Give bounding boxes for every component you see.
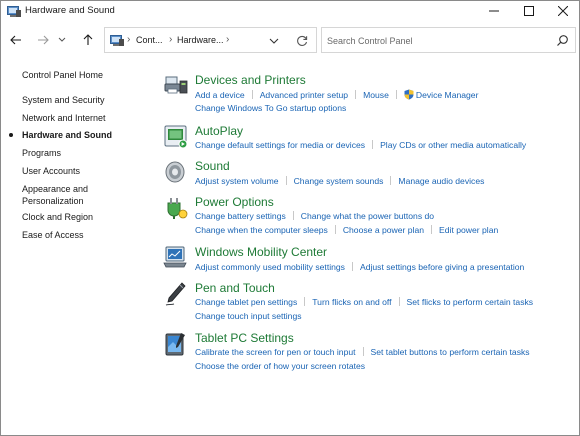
task-link[interactable]: Choose a power plan (343, 225, 424, 235)
task-row: Adjust system volume Change system sounds… (195, 175, 484, 187)
task-link[interactable]: Adjust settings before giving a presenta… (360, 262, 524, 272)
nav-clock-and-region[interactable]: Clock and Region (22, 211, 93, 223)
recent-locations-button[interactable] (55, 30, 69, 50)
category-title[interactable]: Sound (195, 159, 230, 173)
mobility-icon[interactable] (163, 245, 189, 271)
left-navigation-pane: Control Panel Home System and Security N… (1, 57, 151, 436)
back-button[interactable] (6, 30, 26, 50)
task-row: Change battery settings Change what the p… (195, 210, 434, 222)
search-input[interactable] (327, 33, 547, 48)
separator (334, 225, 336, 234)
control-panel-icon (7, 5, 21, 18)
separator (395, 90, 397, 99)
chevron-right-icon[interactable]: › (127, 34, 130, 45)
navigation-bar: › Cont... › Hardware... › (1, 23, 579, 57)
chevron-right-icon[interactable]: › (226, 34, 229, 45)
address-history-dropdown[interactable] (267, 34, 281, 48)
task-row: Change Windows To Go startup options (195, 102, 346, 114)
nav-system-and-security[interactable]: System and Security (22, 94, 105, 106)
current-page-bullet-icon (9, 133, 13, 137)
task-link[interactable]: Advanced printer setup (260, 90, 348, 100)
address-bar[interactable]: › Cont... › Hardware... › (104, 27, 317, 53)
nav-ease-of-access[interactable]: Ease of Access (22, 229, 84, 241)
close-button[interactable] (546, 1, 580, 21)
separator (285, 176, 287, 185)
power-icon[interactable] (163, 195, 189, 221)
breadcrumb-control-panel[interactable]: Cont... (136, 35, 163, 45)
task-link[interactable]: Adjust commonly used mobility settings (195, 262, 345, 272)
nav-appearance-and-personalization[interactable]: Personalization (22, 195, 84, 207)
forward-button[interactable] (33, 30, 53, 50)
title-bar: Hardware and Sound (1, 1, 579, 23)
task-link[interactable]: Adjust system volume (195, 176, 279, 186)
separator (431, 225, 433, 234)
task-link[interactable]: Change battery settings (195, 211, 286, 221)
task-link[interactable]: Add a device (195, 90, 245, 100)
minimize-button[interactable] (477, 1, 511, 21)
control-panel-window: Hardware and Sound › Cont... › Hardware.… (0, 0, 580, 436)
search-box[interactable] (321, 27, 576, 53)
task-link[interactable]: Device Manager (416, 90, 479, 100)
task-row: Calibrate the screen for pen or touch in… (195, 346, 530, 358)
nav-programs[interactable]: Programs (22, 147, 61, 159)
task-row: Change touch input settings (195, 310, 302, 322)
task-link[interactable]: Set flicks to perform certain tasks (407, 297, 534, 307)
task-row: Add a device Advanced printer setup Mouse D… (195, 89, 478, 101)
refresh-icon[interactable] (294, 33, 310, 49)
window-title: Hardware and Sound (25, 5, 115, 16)
task-row: Adjust commonly used mobility settings Ad… (195, 261, 524, 273)
uac-shield-icon (404, 89, 414, 100)
task-link[interactable]: Manage audio devices (398, 176, 484, 186)
task-link[interactable]: Change when the computer sleeps (195, 225, 328, 235)
separator (251, 90, 253, 99)
task-row: Choose the order of how your screen rota… (195, 360, 365, 372)
control-panel-icon (110, 34, 124, 47)
task-link[interactable]: Change default settings for media or dev… (195, 140, 365, 150)
speaker-icon[interactable] (163, 159, 189, 185)
category-title[interactable]: Power Options (195, 195, 274, 209)
task-link[interactable]: Calibrate the screen for pen or touch in… (195, 347, 356, 357)
breadcrumb-hardware-and-sound[interactable]: Hardware... (177, 35, 224, 45)
category-title[interactable]: Tablet PC Settings (195, 331, 294, 345)
task-link[interactable]: Change Windows To Go startup options (195, 103, 346, 113)
task-link[interactable]: Edit power plan (439, 225, 498, 235)
autoplay-icon[interactable] (163, 124, 189, 150)
search-icon[interactable] (556, 34, 569, 47)
nav-user-accounts[interactable]: User Accounts (22, 165, 80, 177)
separator (398, 297, 400, 306)
task-link[interactable]: Mouse (363, 90, 389, 100)
printer-icon[interactable] (163, 73, 189, 99)
nav-hardware-and-sound[interactable]: Hardware and Sound (22, 129, 112, 141)
task-link[interactable]: Play CDs or other media automatically (380, 140, 526, 150)
separator (304, 297, 306, 306)
nav-appearance-and-personalization[interactable]: Appearance and (22, 183, 88, 195)
separator (355, 90, 357, 99)
task-row: Change default settings for media or dev… (195, 139, 526, 151)
task-link[interactable]: Turn flicks on and off (312, 297, 391, 307)
task-link[interactable]: Change tablet pen settings (195, 297, 297, 307)
category-title[interactable]: Devices and Printers (195, 73, 306, 87)
task-link[interactable]: Change touch input settings (195, 311, 302, 321)
task-link[interactable]: Change what the power buttons do (301, 211, 434, 221)
task-link[interactable]: Set tablet buttons to perform certain ta… (371, 347, 530, 357)
separator (351, 262, 353, 271)
tablet-icon[interactable] (163, 331, 189, 357)
task-link[interactable]: Change system sounds (294, 176, 384, 186)
separator (390, 176, 392, 185)
separator (362, 347, 364, 356)
pen-icon[interactable] (163, 281, 189, 307)
chevron-right-icon[interactable]: › (169, 34, 172, 45)
task-row: Change when the computer sleeps Choose a … (195, 224, 498, 236)
separator (292, 211, 294, 220)
category-title[interactable]: Windows Mobility Center (195, 245, 327, 259)
nav-control-panel-home[interactable]: Control Panel Home (22, 69, 103, 81)
task-row: Change tablet pen settings Turn flicks on… (195, 296, 533, 308)
maximize-button[interactable] (512, 1, 546, 21)
category-title[interactable]: Pen and Touch (195, 281, 275, 295)
up-button[interactable] (78, 30, 98, 50)
nav-network-and-internet[interactable]: Network and Internet (22, 112, 106, 124)
separator (372, 140, 374, 149)
task-link[interactable]: Choose the order of how your screen rota… (195, 361, 365, 371)
category-title[interactable]: AutoPlay (195, 124, 243, 138)
